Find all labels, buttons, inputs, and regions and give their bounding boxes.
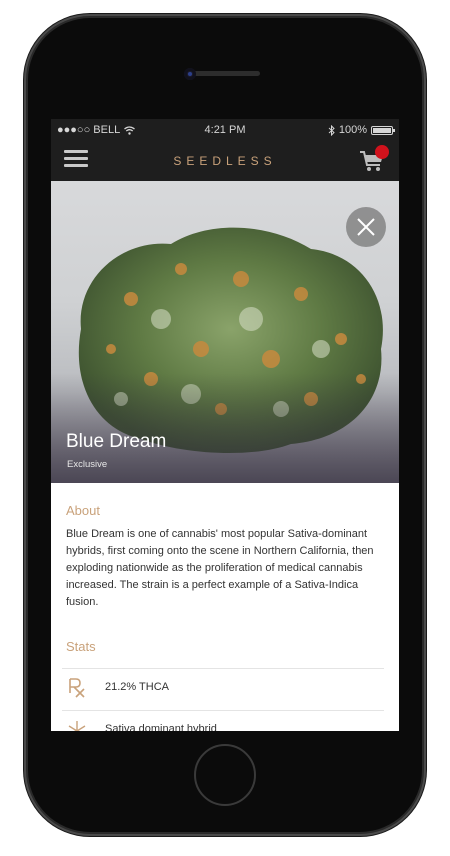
about-heading: About <box>66 503 100 518</box>
home-button[interactable] <box>194 744 256 806</box>
product-hero: Blue Dream Exclusive <box>51 181 399 483</box>
about-description: Blue Dream is one of cannabis' most popu… <box>66 528 374 608</box>
rx-icon <box>69 678 85 698</box>
product-name: Blue Dream <box>66 431 167 452</box>
battery-icon <box>371 125 395 135</box>
brand-title: SEEDLESS <box>173 154 277 168</box>
app-header: SEEDLESS <box>51 141 399 181</box>
stat-label: Sativa dominant hybrid <box>105 723 217 731</box>
phone-frame: ●●●○○ BELL 4:21 PM 100% SEEDLESS Blue Dr… <box>28 18 422 832</box>
cart-button[interactable] <box>359 145 389 175</box>
close-icon <box>357 218 375 236</box>
front-camera <box>184 68 196 80</box>
earpiece-speaker <box>190 71 260 76</box>
bluetooth-icon <box>328 124 335 136</box>
stats-heading: Stats <box>66 639 96 654</box>
app-screen: ●●●○○ BELL 4:21 PM 100% SEEDLESS Blue Dr… <box>51 119 399 731</box>
battery-percent: 100% <box>338 124 367 136</box>
status-bar: ●●●○○ BELL 4:21 PM 100% <box>51 119 399 141</box>
cannabis-leaf-icon <box>68 721 86 731</box>
product-tag: Exclusive <box>67 459 108 470</box>
stat-label: 21.2% THCA <box>105 681 169 693</box>
close-button[interactable] <box>346 207 386 247</box>
stat-row-type: Sativa dominant hybrid <box>62 711 384 731</box>
product-details: About Blue Dream is one of cannabis' mos… <box>51 483 399 731</box>
stat-row-thca: 21.2% THCA <box>62 669 384 709</box>
cart-badge <box>375 145 389 159</box>
